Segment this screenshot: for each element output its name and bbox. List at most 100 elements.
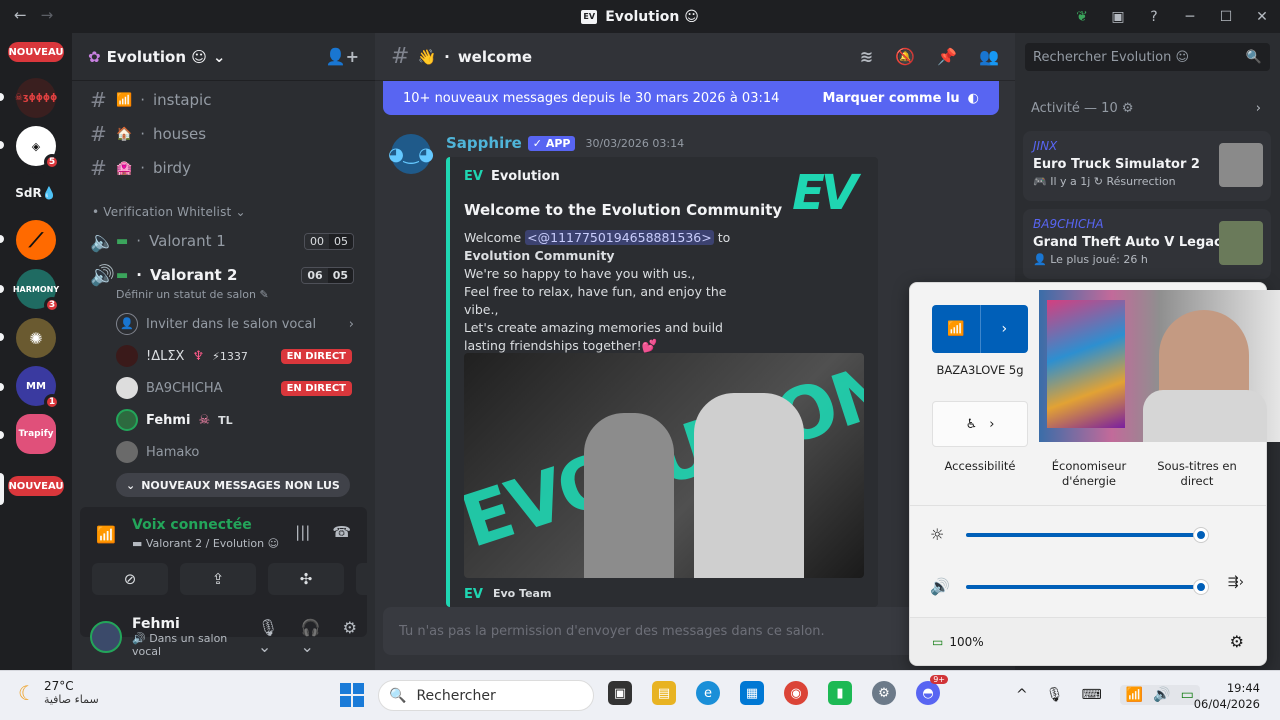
help-icon[interactable]: ? [1136, 9, 1172, 25]
embed-title: Welcome to the Evolution Community [464, 201, 783, 219]
audio-output-icon[interactable]: ⇶› [1228, 575, 1244, 590]
activities-button[interactable]: ✣ [268, 563, 344, 595]
channel-label: houses [152, 125, 207, 143]
activity-card[interactable]: BA9CHICHA Grand Theft Auto V Legacy 👤 Le… [1023, 209, 1271, 279]
unread-pip [0, 431, 4, 439]
voice-location[interactable]: ▬ Valorant 2 / Evolution ☺ [132, 537, 279, 550]
store-icon[interactable]: ▦ [740, 681, 764, 705]
channel-houses[interactable]: # 🏠 · houses [80, 118, 362, 150]
message-author[interactable]: Sapphire [446, 134, 522, 152]
accessibility-tile[interactable]: ♿ › [932, 401, 1028, 447]
file-explorer-icon[interactable]: ▤ [652, 681, 676, 705]
close-button[interactable]: ✕ [1244, 9, 1280, 25]
server-icon-4[interactable]: ⟋ [16, 220, 56, 260]
guild-header[interactable]: ✿ Evolution ☺ ⌄ 👤+ [72, 33, 375, 81]
network-volume-battery-group[interactable]: 📶 🔊 ▭ [1119, 685, 1200, 705]
headphones-icon[interactable]: 🎧⌄ [300, 618, 328, 656]
server-icon-6[interactable]: ✺ [16, 318, 56, 358]
ev-logo-icon: EV [464, 587, 483, 602]
threads-icon[interactable]: ≋ [860, 47, 873, 66]
add-member-icon[interactable]: 👤+ [326, 47, 359, 66]
discord-icon[interactable]: ◓ 9+ [916, 675, 948, 705]
server-icon-7[interactable]: MM 1 [16, 366, 60, 410]
voice-user-row[interactable]: BA9CHICHA EN DIRECT [116, 373, 362, 403]
inbox-icon[interactable]: ▣ [1100, 9, 1136, 25]
search-input[interactable]: Rechercher Evolution ☺ 🔍 [1025, 43, 1270, 71]
brightness-slider[interactable] [966, 528, 1208, 542]
new-messages-bar[interactable]: 10+ nouveaux messages depuis le 30 mars … [383, 81, 999, 115]
category-header[interactable]: • Verification Whitelist ⌄ [92, 205, 246, 219]
webcam-shirt [1143, 390, 1267, 442]
app-icon[interactable]: ▮ [828, 681, 852, 705]
channel-birdy[interactable]: # 🏩 · birdy [80, 152, 362, 184]
slider-knob[interactable] [1194, 528, 1208, 542]
minimize-button[interactable]: ─ [1172, 9, 1208, 25]
slider-knob[interactable] [1194, 580, 1208, 594]
gear-icon[interactable]: ⚙ [1230, 632, 1244, 651]
user-count: 00 05 [304, 232, 354, 250]
new-badge-top[interactable]: NOUVEAU [8, 42, 64, 62]
screen-share-button[interactable]: ⇪ [180, 563, 256, 595]
embed-thumbnail-logo[interactable]: EV [792, 165, 858, 221]
user-count: 06 05 [301, 266, 354, 284]
user-mention[interactable]: <@1117750194658881536> [525, 230, 714, 245]
disconnect-icon[interactable]: ☎ [332, 523, 351, 541]
invite-voice-row[interactable]: 👤 Inviter dans le salon vocal › [116, 309, 362, 339]
task-view-icon[interactable]: ▣ [608, 681, 632, 705]
keyboard-icon[interactable]: ⌨ [1082, 687, 1102, 703]
message-header: Sapphire ✓ APP 30/03/2026 03:14 [446, 134, 684, 152]
microphone-icon[interactable]: 🎙⌄ [258, 618, 287, 656]
voice-user-row[interactable]: Fehmi ☠ TL [116, 405, 362, 435]
weather-widget[interactable]: ☾ 27°C سماء صافية [18, 679, 99, 706]
embed-image[interactable]: EVOLUTION [464, 353, 864, 578]
bot-avatar[interactable]: ◕‿◕ [388, 134, 434, 174]
channel-instapic[interactable]: # 📶 · instapic [80, 84, 362, 116]
chevron-right-icon: › [989, 416, 995, 432]
chevron-up-icon[interactable]: ^ [1016, 687, 1028, 703]
back-icon[interactable]: ← [14, 6, 27, 24]
server-icon-8[interactable]: Trapify [16, 414, 56, 454]
notification-badge: 9+ [930, 675, 948, 684]
avatar [116, 345, 138, 367]
live-captions-label[interactable]: Sous-titres en direct [1142, 459, 1252, 489]
server-icon-harmony[interactable]: HARMONY 3 [13, 269, 60, 313]
voice-user-row[interactable]: !ΔLΣX ♆ ⚡1337 EN DIRECT [116, 341, 362, 371]
volume-slider[interactable] [966, 580, 1208, 594]
server-icon-2[interactable]: ◈ 5 [16, 126, 60, 170]
chrome-icon[interactable]: ◉ [784, 681, 808, 705]
wifi-icon[interactable]: 📶 [932, 305, 981, 353]
start-button[interactable] [340, 683, 364, 707]
clock[interactable]: 19:44 06/04/2026 [1194, 680, 1260, 712]
server-icon-sdr[interactable]: SdR 💧 [15, 173, 57, 213]
mute-notifications-icon[interactable]: 🔕 [895, 47, 915, 66]
activity-card[interactable]: JINX Euro Truck Simulator 2 🎮 Il y a 1j … [1023, 131, 1271, 201]
new-unread-pill[interactable]: ⌄ NOUVEAUX MESSAGES NON LUS [116, 473, 350, 497]
activity-header[interactable]: Activité — 10 ⚙ › [1031, 101, 1261, 116]
accessibility-icon: ♿ [965, 416, 978, 432]
voice-channel-valorant-2[interactable]: 🔊 ▬ · Valorant 2 06 05 [80, 259, 362, 291]
microphone-icon[interactable]: 🎙 [1046, 687, 1064, 703]
mark-read-button[interactable]: Marquer comme lu ◐ [822, 91, 979, 106]
wifi-toggle[interactable]: 📶 › [932, 305, 1028, 353]
forward-icon[interactable]: → [41, 6, 54, 24]
members-icon[interactable]: 👥 [979, 47, 999, 66]
new-badge-bottom[interactable]: NOUVEAU [8, 476, 64, 496]
edge-icon[interactable]: e [696, 681, 720, 705]
settings-icon[interactable]: ⚙ [872, 681, 896, 705]
server-icon-1[interactable]: ☠ʒɸɸɸɸ [15, 78, 57, 118]
title-bar: ← → EV Evolution ☺ ❦ ▣ ? ─ ☐ ✕ [0, 0, 1280, 33]
pin-icon[interactable]: 📌 [937, 47, 957, 66]
gear-icon[interactable]: ⚙ [343, 618, 357, 656]
taskbar-search[interactable]: 🔍 Rechercher [378, 680, 594, 711]
voice-user-row[interactable]: Hamako [116, 437, 362, 467]
avatar[interactable] [90, 621, 122, 653]
maximize-button[interactable]: ☐ [1208, 9, 1244, 25]
voice-channel-valorant-1[interactable]: 🔈 ▬ · Valorant 1 00 05 [80, 225, 362, 257]
camera-off-button[interactable]: ⊘ [92, 563, 168, 595]
set-status-link[interactable]: Définir un statut de salon ✎ [116, 288, 269, 301]
soundboard-button[interactable]: ✹ [356, 563, 375, 595]
energy-saver-label[interactable]: Économiseur d'énergie [1034, 459, 1144, 489]
noise-suppression-icon[interactable]: ||| [295, 523, 310, 541]
leaf-icon[interactable]: ❦ [1064, 9, 1100, 25]
chevron-right-icon[interactable]: › [981, 305, 1029, 353]
